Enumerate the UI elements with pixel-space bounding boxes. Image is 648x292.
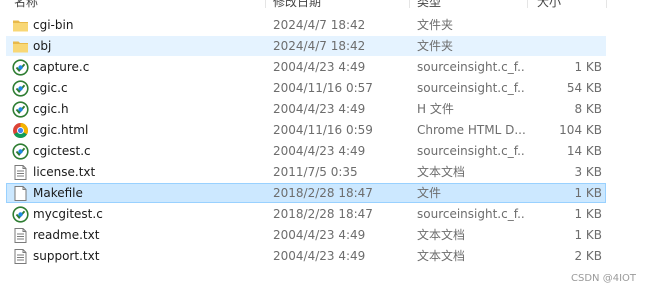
- file-type: Chrome HTML D...: [417, 123, 525, 137]
- file-date: 2004/4/23 4:49: [273, 60, 366, 74]
- file-row[interactable]: capture.c 2004/4/23 4:49 sourceinsight.c_f…: [0, 57, 648, 78]
- text-file-icon: [12, 227, 29, 244]
- file-row[interactable]: cgic.c 2004/11/16 0:57 sourceinsight.c_f..…: [0, 78, 648, 99]
- file-size: 1 KB: [574, 207, 602, 221]
- column-date[interactable]: 修改日期: [273, 0, 321, 8]
- source-file-icon: [12, 143, 29, 160]
- file-size: 104 KB: [559, 123, 602, 137]
- watermark: CSDN @4IOT: [571, 273, 636, 284]
- file-row[interactable]: support.txt 2004/4/23 4:49 文本文档 2 KB: [0, 246, 648, 267]
- file-size: 1 KB: [574, 186, 602, 200]
- file-name[interactable]: mycgitest.c: [33, 204, 263, 225]
- file-date: 2018/2/28 18:47: [273, 186, 373, 200]
- file-size: [530, 15, 602, 36]
- file-name[interactable]: cgictest.c: [33, 141, 263, 162]
- file-name[interactable]: cgic.html: [33, 120, 263, 141]
- file-row[interactable]: license.txt 2011/7/5 0:35 文本文档 3 KB: [0, 162, 648, 183]
- source-file-icon: [12, 101, 29, 118]
- file-size: 2 KB: [574, 249, 602, 263]
- file-row[interactable]: cgic.h 2004/4/23 4:49 H 文件 8 KB: [0, 99, 648, 120]
- file-date: 2004/4/23 4:49: [273, 249, 366, 263]
- file-date: 2024/4/7 18:42: [273, 18, 366, 32]
- chrome-icon: [12, 122, 29, 139]
- text-file-icon: [12, 248, 29, 265]
- source-file-icon: [12, 206, 29, 223]
- file-type: 文件夹: [417, 39, 454, 53]
- file-list: cgi-bin 2024/4/7 18:42 文件夹 obj 2024/4/7 18:4…: [0, 15, 648, 267]
- file-row[interactable]: obj 2024/4/7 18:42 文件夹: [0, 36, 648, 57]
- file-size: [530, 36, 602, 57]
- folder-icon: [12, 38, 29, 55]
- column-divider[interactable]: [265, 0, 266, 8]
- file-date: 2011/7/5 0:35: [273, 165, 358, 179]
- file-name[interactable]: capture.c: [33, 57, 263, 78]
- file-type: 文件: [417, 186, 442, 200]
- file-size: 8 KB: [574, 102, 602, 116]
- file-explorer: 名称 修改日期 类型 大小 cgi-bin 2024/4/7 18:42 文件夹 ob…: [0, 0, 648, 292]
- file-name[interactable]: obj: [33, 36, 263, 57]
- file-type: sourceinsight.c_f...: [417, 81, 525, 95]
- file-row[interactable]: cgic.html 2004/11/16 0:59 Chrome HTML D...…: [0, 120, 648, 141]
- file-type: 文本文档: [417, 249, 466, 263]
- file-name[interactable]: cgic.c: [33, 78, 263, 99]
- file-type: 文本文档: [417, 228, 466, 242]
- file-size: 3 KB: [574, 165, 602, 179]
- file-type: sourceinsight.c_f...: [417, 60, 525, 74]
- file-type: 文本文档: [417, 165, 466, 179]
- column-divider[interactable]: [527, 0, 528, 8]
- file-name[interactable]: support.txt: [33, 246, 263, 267]
- file-date: 2004/4/23 4:49: [273, 228, 366, 242]
- file-date: 2018/2/28 18:47: [273, 207, 373, 221]
- file-row[interactable]: mycgitest.c 2018/2/28 18:47 sourceinsight.…: [0, 204, 648, 225]
- blank-file-icon: [12, 185, 29, 202]
- file-name[interactable]: license.txt: [33, 162, 263, 183]
- file-row[interactable]: Makefile 2018/2/28 18:47 文件 1 KB: [0, 183, 648, 204]
- column-size[interactable]: 大小: [537, 0, 561, 8]
- file-name[interactable]: cgi-bin: [33, 15, 263, 36]
- file-date: 2004/11/16 0:59: [273, 123, 373, 137]
- column-divider[interactable]: [409, 0, 410, 8]
- file-size: 14 KB: [566, 144, 602, 158]
- file-type: H 文件: [417, 102, 454, 116]
- file-type: sourceinsight.c_f...: [417, 144, 525, 158]
- file-size: 1 KB: [574, 228, 602, 242]
- source-file-icon: [12, 59, 29, 76]
- file-type: sourceinsight.c_f...: [417, 207, 525, 221]
- column-divider[interactable]: [606, 0, 607, 8]
- text-file-icon: [12, 164, 29, 181]
- file-name[interactable]: readme.txt: [33, 225, 263, 246]
- column-type[interactable]: 类型: [417, 0, 441, 8]
- file-date: 2024/4/7 18:42: [273, 39, 366, 53]
- file-row[interactable]: cgi-bin 2024/4/7 18:42 文件夹: [0, 15, 648, 36]
- file-name[interactable]: Makefile: [33, 183, 263, 204]
- folder-icon: [12, 17, 29, 34]
- file-size: 1 KB: [574, 60, 602, 74]
- file-size: 54 KB: [566, 81, 602, 95]
- source-file-icon: [12, 80, 29, 97]
- file-name[interactable]: cgic.h: [33, 99, 263, 120]
- file-date: 2004/4/23 4:49: [273, 144, 366, 158]
- file-type: 文件夹: [417, 18, 454, 32]
- file-date: 2004/4/23 4:49: [273, 102, 366, 116]
- file-row[interactable]: cgictest.c 2004/4/23 4:49 sourceinsight.c_…: [0, 141, 648, 162]
- file-row[interactable]: readme.txt 2004/4/23 4:49 文本文档 1 KB: [0, 225, 648, 246]
- file-date: 2004/11/16 0:57: [273, 81, 373, 95]
- column-header: 名称 修改日期 类型 大小: [0, 0, 648, 8]
- column-name[interactable]: 名称: [14, 0, 38, 8]
